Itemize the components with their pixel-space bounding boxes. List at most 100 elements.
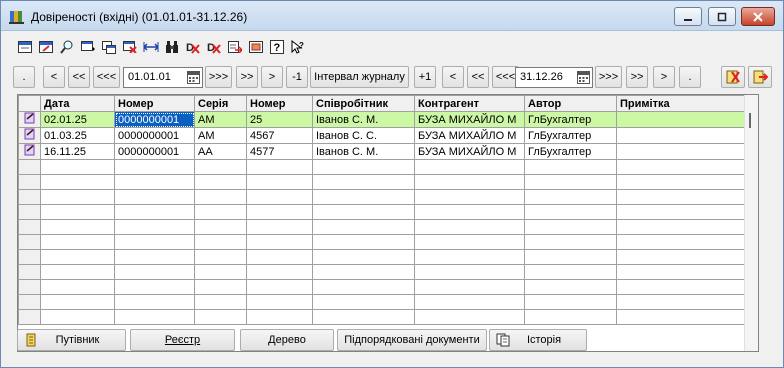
view-doc-button[interactable] <box>56 37 77 57</box>
column-header-employee[interactable]: Співробітник <box>312 95 415 112</box>
next-day-button[interactable]: > <box>261 66 283 88</box>
vertical-scrollbar[interactable] <box>744 95 758 351</box>
column-header-doc-number[interactable]: Номер <box>246 95 313 112</box>
cell-author[interactable]: ГлБухгалтер <box>524 111 617 128</box>
cell-counterparty[interactable]: БУЗА МИХАЙЛО М <box>414 127 525 144</box>
date-from-field[interactable]: 01.01.01 <box>123 67 203 88</box>
next-month-button[interactable]: >> <box>236 66 258 88</box>
journal-interval-button[interactable]: Інтервал журналу <box>310 66 409 88</box>
cell-date[interactable]: 16.11.25 <box>40 143 115 160</box>
period-reset-right-button[interactable]: . <box>679 66 701 88</box>
add-row-button[interactable] <box>77 37 98 57</box>
toolbar: D D ? ? <box>14 37 308 57</box>
cell-doc-number[interactable]: 4577 <box>246 143 313 160</box>
cell-number[interactable]: 0000000001 <box>114 143 195 160</box>
maximize-button[interactable] <box>708 7 736 26</box>
exit-button[interactable] <box>748 66 772 88</box>
close-button[interactable] <box>741 7 775 26</box>
delete-red-icon: D <box>186 42 200 54</box>
copy-doc-button[interactable] <box>98 37 119 57</box>
cell-counterparty[interactable]: БУЗА МИХАЙЛО М <box>414 143 525 160</box>
delete-filter-button[interactable]: D <box>182 37 203 57</box>
to-prev-day-button[interactable]: < <box>442 66 464 88</box>
empty-cell <box>312 204 415 220</box>
empty-row <box>18 159 747 175</box>
to-next-month-button[interactable]: >> <box>626 66 648 88</box>
calendar-icon[interactable] <box>577 71 590 84</box>
column-header-author[interactable]: Автор <box>524 95 617 112</box>
find-button[interactable] <box>161 37 182 57</box>
cell-series[interactable]: АА <box>194 143 247 160</box>
filter-button[interactable] <box>721 66 745 88</box>
column-width-button[interactable] <box>140 37 161 57</box>
column-header-number[interactable]: Номер <box>114 95 195 112</box>
column-header-counterparty[interactable]: Контрагент <box>414 95 525 112</box>
empty-cell <box>616 264 747 280</box>
empty-row <box>18 174 747 190</box>
empty-cell <box>18 264 41 280</box>
empty-cell <box>114 189 195 205</box>
cell-note[interactable] <box>616 111 747 128</box>
empty-cell <box>312 264 415 280</box>
empty-cell <box>312 279 415 295</box>
cell-note[interactable] <box>616 143 747 160</box>
empty-cell <box>194 294 247 310</box>
cell-series[interactable]: АМ <box>194 127 247 144</box>
minimize-button[interactable] <box>674 7 702 26</box>
cell-date[interactable]: 02.01.25 <box>40 111 115 128</box>
prev-day-button[interactable]: < <box>43 66 65 88</box>
plus-one-button[interactable]: +1 <box>414 66 436 88</box>
prev-year-button[interactable]: <<< <box>93 66 120 88</box>
prev-month-button[interactable]: << <box>68 66 90 88</box>
add-doc-button[interactable] <box>14 37 35 57</box>
registry-button[interactable]: Реєстр <box>130 329 235 351</box>
guide-button[interactable]: Путівник <box>17 329 126 351</box>
scroll-thumb[interactable] <box>749 113 751 128</box>
empty-cell <box>246 204 313 220</box>
column-header-series[interactable]: Серія <box>194 95 247 112</box>
table-row[interactable]: 01.03.25 0000000001 АМ 4567 Іванов С. С.… <box>18 127 747 144</box>
cell-number[interactable]: 0000000001 <box>114 111 195 128</box>
cell-note[interactable] <box>616 127 747 144</box>
subordinate-docs-button[interactable]: Підпорядковані документи <box>337 329 487 351</box>
calendar-icon[interactable] <box>187 71 200 84</box>
cell-doc-number[interactable]: 25 <box>246 111 313 128</box>
minus-one-button[interactable]: -1 <box>286 66 308 88</box>
export-button[interactable] <box>224 37 245 57</box>
empty-cell <box>194 264 247 280</box>
empty-cell <box>524 309 617 325</box>
cell-series[interactable]: АМ <box>194 111 247 128</box>
delete-all-button[interactable]: D <box>203 37 224 57</box>
cell-employee[interactable]: Іванов С. С. <box>312 127 415 144</box>
cell-author[interactable]: ГлБухгалтер <box>524 127 617 144</box>
column-header-date[interactable]: Дата <box>40 95 115 112</box>
document-icon <box>24 144 34 156</box>
row-indicator-header <box>18 95 41 112</box>
edit-doc-button[interactable] <box>35 37 56 57</box>
cell-author[interactable]: ГлБухгалтер <box>524 143 617 160</box>
title-bar[interactable]: Довіреності (вхідні) (01.01.01-31.12.26) <box>1 1 783 31</box>
help-button[interactable]: ? <box>266 37 287 57</box>
table-row[interactable]: 02.01.25 0000000001 АМ 25 Іванов С. М. Б… <box>18 111 747 128</box>
cell-employee[interactable]: Іванов С. М. <box>312 143 415 160</box>
edit-doc-icon <box>38 41 53 53</box>
to-prev-month-button[interactable]: << <box>467 66 489 88</box>
cell-counterparty[interactable]: БУЗА МИХАЙЛО М <box>414 111 525 128</box>
documents-grid[interactable]: Дата Номер Серія Номер Співробітник Конт… <box>17 94 759 352</box>
cell-employee[interactable]: Іванов С. М. <box>312 111 415 128</box>
table-row[interactable]: 16.11.25 0000000001 АА 4577 Іванов С. М.… <box>18 143 747 160</box>
to-next-year-button[interactable]: >>> <box>595 66 622 88</box>
column-header-note[interactable]: Примітка <box>616 95 747 112</box>
print-button[interactable] <box>245 37 266 57</box>
next-year-button[interactable]: >>> <box>205 66 232 88</box>
cell-date[interactable]: 01.03.25 <box>40 127 115 144</box>
cell-number[interactable]: 0000000001 <box>114 127 195 144</box>
tree-button[interactable]: Дерево <box>240 329 334 351</box>
delete-doc-button[interactable] <box>119 37 140 57</box>
context-help-button[interactable]: ? <box>287 37 308 57</box>
date-to-field[interactable]: 31.12.26 <box>515 67 593 88</box>
history-button[interactable]: Історія <box>489 329 587 351</box>
to-next-day-button[interactable]: > <box>653 66 675 88</box>
period-reset-left-button[interactable]: . <box>13 66 35 88</box>
cell-doc-number[interactable]: 4567 <box>246 127 313 144</box>
